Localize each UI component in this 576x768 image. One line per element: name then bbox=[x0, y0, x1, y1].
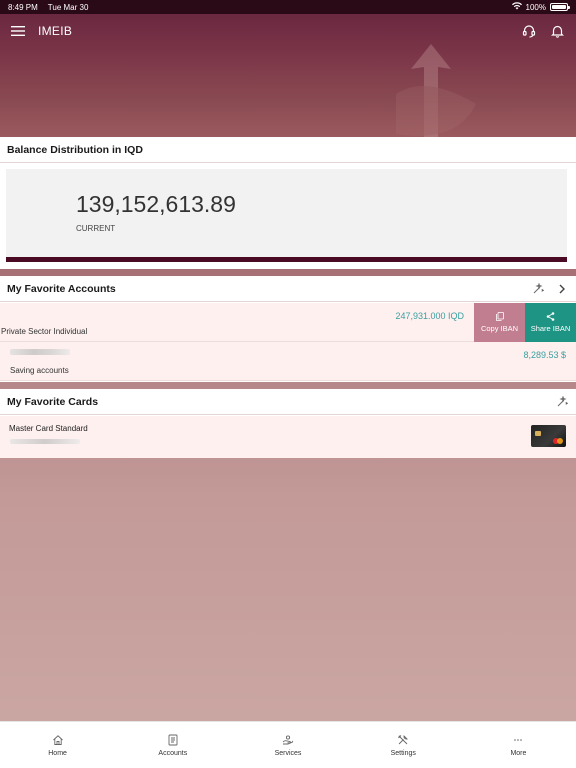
balance-label: CURRENT bbox=[76, 224, 116, 233]
wifi-icon bbox=[511, 2, 522, 12]
accounts-icon bbox=[168, 734, 178, 745]
balance-box[interactable]: 139,152,613.89 CURRENT bbox=[6, 169, 567, 257]
copy-iban-button[interactable]: Copy IBAN bbox=[474, 303, 525, 342]
account-name: Saving accounts bbox=[10, 366, 69, 375]
balance-title: Balance Distribution in IQD bbox=[0, 137, 576, 163]
tab-settings[interactable]: Settings bbox=[346, 722, 461, 768]
battery-fill bbox=[552, 5, 566, 9]
masked-account-number bbox=[10, 349, 70, 355]
share-iban-button[interactable]: Share IBAN bbox=[525, 303, 576, 342]
hero-banner: IMEIB bbox=[0, 14, 576, 137]
favorite-accounts-title: My Favorite Accounts bbox=[7, 282, 116, 295]
copy-icon bbox=[495, 312, 504, 321]
status-date: Tue Mar 30 bbox=[47, 2, 89, 12]
more-icon bbox=[514, 738, 523, 741]
account-amount: 8,289.53 $ bbox=[523, 350, 566, 360]
account-row[interactable]: 247,931.000 IQD Private Sector Individua… bbox=[0, 303, 576, 342]
bottom-tab-bar: Home Accounts Services Settings More bbox=[0, 721, 576, 768]
balance-amount: 139,152,613.89 bbox=[76, 191, 236, 217]
card-chip-icon bbox=[535, 431, 541, 436]
tab-home[interactable]: Home bbox=[0, 722, 115, 768]
balance-card: Balance Distribution in IQD 139,152,613.… bbox=[0, 137, 576, 269]
app-header: IMEIB bbox=[0, 14, 576, 48]
app-title: IMEIB bbox=[38, 24, 73, 38]
copy-iban-label: Copy IBAN bbox=[480, 324, 519, 333]
tab-services[interactable]: Services bbox=[230, 722, 345, 768]
card-name: Master Card Standard bbox=[9, 424, 88, 433]
share-iban-label: Share IBAN bbox=[530, 324, 571, 333]
bell-icon[interactable] bbox=[548, 22, 566, 40]
favorite-cards-card: My Favorite Cards Master Card Standard bbox=[0, 389, 576, 458]
share-icon bbox=[546, 312, 555, 321]
favorite-cards-title: My Favorite Cards bbox=[7, 395, 99, 408]
arrow-decoration-icon bbox=[396, 44, 476, 137]
chevron-right-icon[interactable] bbox=[555, 282, 569, 296]
tab-more[interactable]: More bbox=[461, 722, 576, 768]
favorite-accounts-header: My Favorite Accounts bbox=[0, 276, 576, 302]
mastercard-image bbox=[531, 425, 566, 447]
status-bar: 8:49 PM Tue Mar 30 100% bbox=[0, 0, 576, 14]
account-name: Private Sector Individual bbox=[1, 327, 88, 336]
card-row[interactable]: Master Card Standard bbox=[0, 416, 576, 458]
settings-icon bbox=[398, 734, 409, 744]
edit-favorites-icon[interactable] bbox=[555, 395, 569, 409]
favorite-cards-header: My Favorite Cards bbox=[0, 389, 576, 415]
services-icon bbox=[282, 734, 294, 744]
status-time: 8:49 PM bbox=[8, 2, 38, 12]
tab-label: Services bbox=[274, 749, 302, 757]
account-row[interactable]: 8,289.53 $ Saving accounts bbox=[0, 342, 576, 381]
battery-text: 100% bbox=[525, 2, 546, 12]
favorite-accounts-card: My Favorite Accounts 247,931.000 IQD Pri… bbox=[0, 276, 576, 382]
menu-icon[interactable] bbox=[6, 19, 30, 43]
battery-icon bbox=[550, 3, 570, 11]
edit-favorites-icon[interactable] bbox=[531, 282, 545, 296]
balance-bar bbox=[6, 257, 567, 262]
tab-label: Home bbox=[48, 749, 67, 757]
home-icon bbox=[52, 734, 63, 745]
tab-label: Settings bbox=[390, 749, 416, 757]
tab-label: Accounts bbox=[158, 749, 188, 757]
account-amount: 247,931.000 IQD bbox=[395, 311, 464, 321]
tab-accounts[interactable]: Accounts bbox=[115, 722, 230, 768]
tab-label: More bbox=[510, 749, 527, 757]
masked-card-number bbox=[10, 439, 80, 444]
headset-icon[interactable] bbox=[520, 22, 538, 40]
